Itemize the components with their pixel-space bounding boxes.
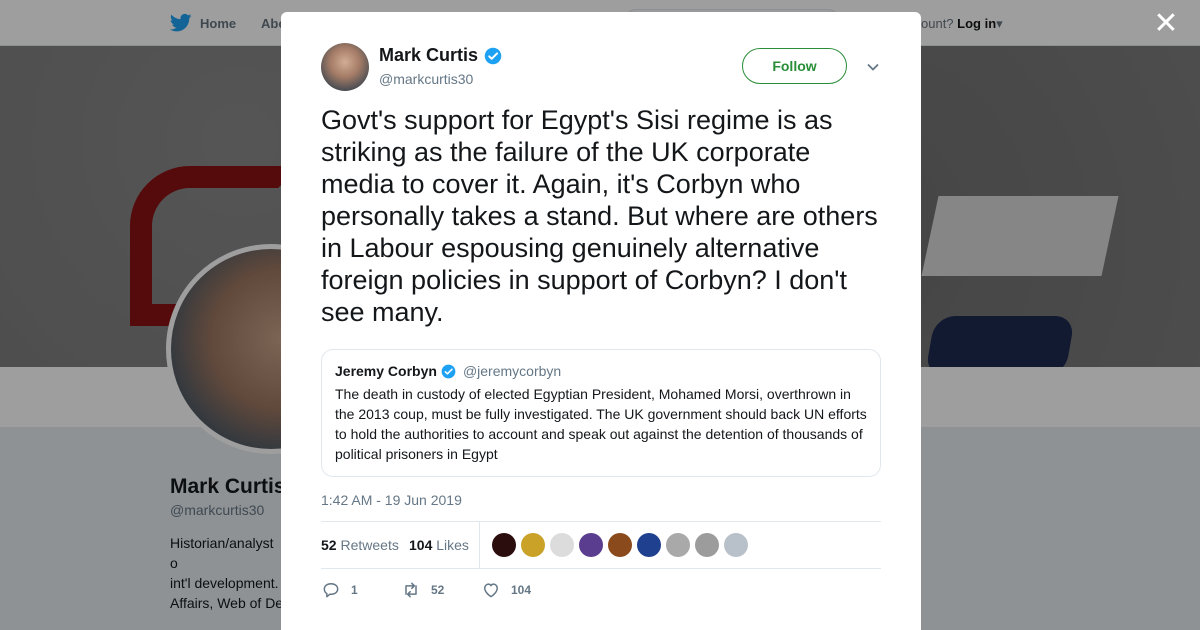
- follow-button[interactable]: Follow: [742, 48, 847, 84]
- liker-avatar[interactable]: [637, 533, 661, 557]
- retweets-stat[interactable]: 52 Retweets: [321, 537, 399, 553]
- liker-avatar[interactable]: [550, 533, 574, 557]
- liker-avatar[interactable]: [666, 533, 690, 557]
- retweets-count: 52: [321, 537, 337, 553]
- liker-avatar[interactable]: [492, 533, 516, 557]
- liker-avatar[interactable]: [695, 533, 719, 557]
- author-handle[interactable]: @markcurtis30: [379, 71, 473, 87]
- tweet-text: Govt's support for Egypt's Sisi regime i…: [321, 105, 878, 327]
- liker-avatar[interactable]: [608, 533, 632, 557]
- author-avatar[interactable]: [321, 43, 369, 91]
- chevron-down-icon[interactable]: [866, 60, 880, 74]
- liker-avatars: [492, 533, 748, 557]
- liker-avatar[interactable]: [521, 533, 545, 557]
- reply-count: 1: [351, 583, 358, 597]
- retweet-button[interactable]: 52: [401, 580, 444, 600]
- tweet-stats: 52 Retweets 104 Likes: [321, 521, 881, 569]
- quoted-author-name: Jeremy Corbyn: [335, 363, 437, 379]
- reply-icon: [323, 583, 339, 598]
- tweet-timestamp[interactable]: 1:42 AM - 19 Jun 2019: [321, 492, 462, 508]
- stats-divider: [479, 522, 480, 569]
- verified-badge-icon: [441, 364, 456, 378]
- heart-icon: [484, 583, 498, 598]
- quoted-tweet-text: The death in custody of elected Egyptian…: [335, 386, 867, 462]
- likes-label: Likes: [436, 537, 469, 553]
- retweets-label: Retweets: [340, 537, 399, 553]
- like-button[interactable]: 104: [481, 580, 531, 600]
- quoted-tweet-header: Jeremy Corbyn @jeremycorbyn: [335, 363, 867, 379]
- close-icon[interactable]: ✕: [1152, 9, 1180, 39]
- tweet-actions: 1 52 104: [321, 580, 621, 600]
- liker-avatar[interactable]: [724, 533, 748, 557]
- quoted-tweet[interactable]: Jeremy Corbyn @jeremycorbyn The death in…: [321, 349, 881, 477]
- likes-stat[interactable]: 104 Likes: [409, 537, 469, 553]
- author-name: Mark Curtis: [379, 45, 479, 65]
- likes-count: 104: [409, 537, 433, 553]
- quoted-author-handle: @jeremycorbyn: [462, 363, 562, 379]
- retweet-count: 52: [431, 583, 445, 597]
- reply-button[interactable]: 1: [321, 580, 358, 600]
- tweet-modal: Mark Curtis @markcurtis30 Follow Govt's …: [281, 12, 921, 630]
- liker-avatar[interactable]: [579, 533, 603, 557]
- author-name-row[interactable]: Mark Curtis: [379, 45, 502, 66]
- like-count: 104: [511, 583, 532, 597]
- retweet-icon: [405, 582, 417, 598]
- verified-badge-icon: [484, 47, 502, 64]
